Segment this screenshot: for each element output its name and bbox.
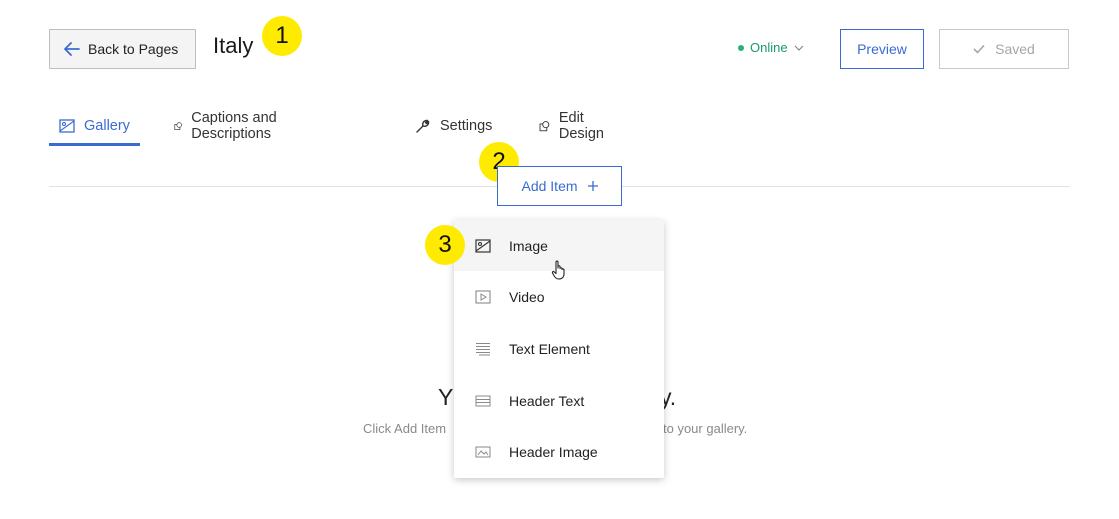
preview-button[interactable]: Preview [840,29,924,69]
add-item-label: Add Item [521,178,578,194]
image-icon [475,238,491,253]
shapes-icon [174,122,182,130]
tab-edit-design[interactable]: Edit Design [539,106,609,146]
wrench-icon [416,119,430,133]
hand-cursor-icon [551,260,565,280]
menu-item-header-image[interactable]: Header Image [454,426,664,477]
saved-label: Saved [995,41,1035,57]
annotation-badge-1: 1 [262,16,302,56]
back-to-pages-button[interactable]: Back to Pages [49,29,196,69]
status-label: Online [750,40,788,55]
video-icon [475,289,491,304]
header-image-icon [475,446,491,457]
annotation-badge-3: 3 [425,225,465,265]
check-icon [973,44,985,54]
menu-item-label: Video [509,288,545,305]
header-text-icon [475,395,491,406]
tab-label: Edit Design [558,110,604,142]
text-lines-icon [476,342,490,355]
menu-item-label: Header Image [509,443,598,460]
arrow-left-icon [64,42,80,56]
status-dropdown[interactable]: Online [738,40,804,55]
menu-item-label: Image [509,237,548,254]
tab-label: Settings [440,118,493,134]
add-item-menu: Image Video Text Element Header Text Hea… [454,220,664,478]
tab-label: Gallery [84,118,130,134]
back-label: Back to Pages [88,41,179,57]
empty-sub-left: Click Add Item [363,421,447,436]
tab-settings[interactable]: Settings [415,106,492,146]
online-dot-icon [738,44,744,51]
chevron-down-icon [794,45,804,51]
menu-item-text-element[interactable]: Text Element [454,323,664,374]
menu-item-label: Header Text [509,392,585,409]
empty-heading-left: Y [438,384,454,410]
image-icon [59,119,75,133]
menu-item-header-text[interactable]: Header Text [454,375,664,426]
saved-button: Saved [939,29,1069,69]
menu-item-label: Text Element [509,340,590,357]
tab-captions[interactable]: Captions and Descriptions [174,106,279,146]
page-title: Italy [213,33,254,58]
shapes-icon [539,121,550,132]
plus-icon [587,181,598,191]
add-item-button[interactable]: Add Item [497,166,622,206]
tab-label: Captions and Descriptions [191,110,277,142]
tab-gallery[interactable]: Gallery [49,106,140,146]
empty-sub-right: to your gallery. [663,421,748,436]
